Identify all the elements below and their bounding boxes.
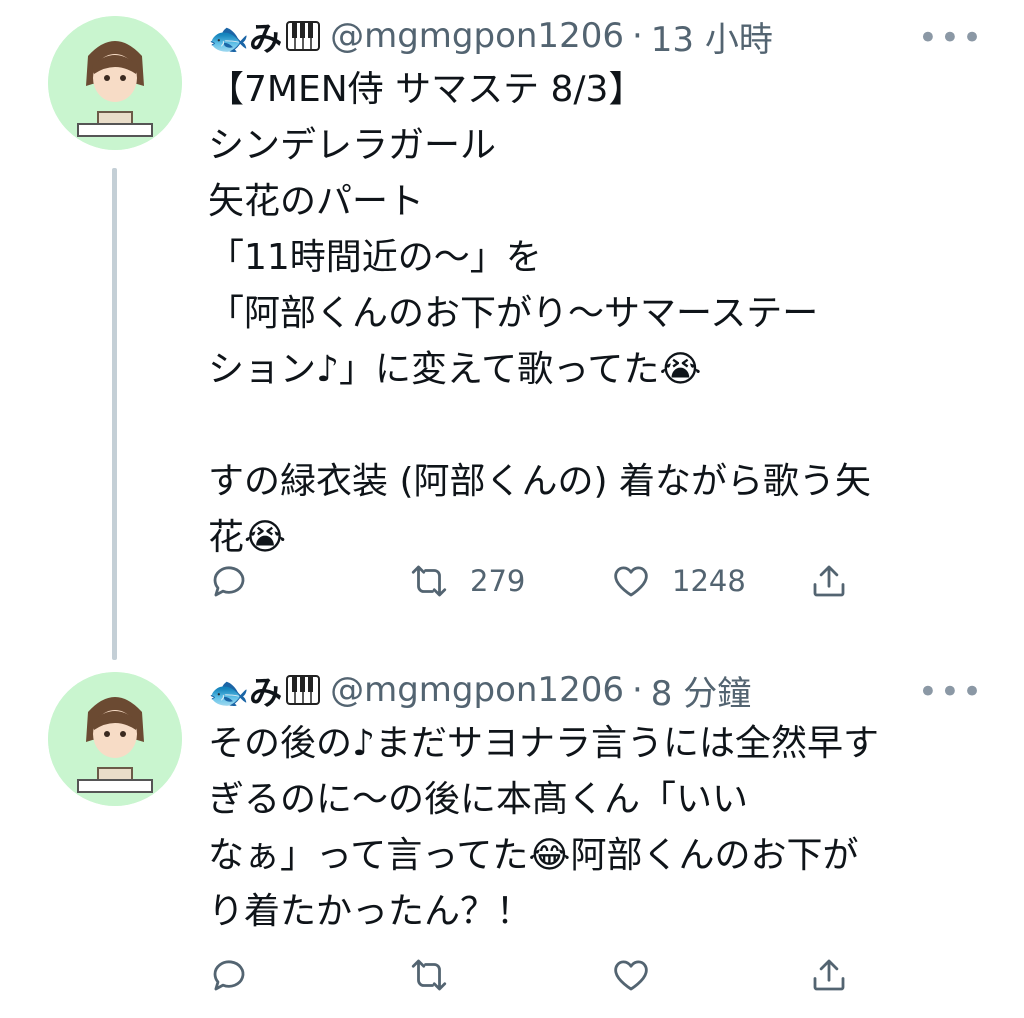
share-icon (813, 959, 845, 991)
separator-dot: · (631, 670, 643, 710)
reply-icon (213, 566, 245, 597)
tweet-header: 🐟み @mgmgpon1206 · 8 分鐘 ••• (208, 666, 984, 715)
tweet-actions: 279 1248 (208, 560, 868, 604)
more-icon[interactable]: ••• (918, 18, 984, 58)
like-icon (614, 960, 648, 991)
avatar[interactable] (48, 16, 182, 150)
display-name-text: 🐟み (208, 19, 283, 58)
handle[interactable]: @mgmgpon1206 (330, 16, 624, 56)
retweet-icon (411, 959, 447, 991)
like-button[interactable]: 1248 (610, 560, 746, 602)
piano-icon (286, 21, 321, 51)
reply-icon (213, 960, 245, 991)
share-button[interactable] (808, 954, 850, 996)
avatar[interactable] (48, 672, 182, 806)
separator-dot: · (631, 16, 643, 56)
piano-icon (286, 675, 321, 705)
retweet-button[interactable]: 279 (408, 560, 525, 602)
retweet-icon (411, 565, 447, 597)
retweet-button[interactable] (408, 954, 470, 996)
handle[interactable]: @mgmgpon1206 (330, 670, 624, 710)
timestamp[interactable]: 13 小時 (651, 12, 773, 61)
reply-button[interactable] (208, 560, 270, 602)
display-name[interactable]: 🐟み (208, 12, 321, 60)
reply-button[interactable] (208, 954, 270, 996)
retweet-count: 279 (470, 564, 526, 598)
tweet-text: その後の♪まだサヨナラ言うには全然早す ぎるのに〜の後に本髙くん「いい なぁ」っ… (208, 723, 879, 932)
tweet-text: 【7MEN侍 サマステ 8/3】 シンデレラガール 矢花のパート 「11時間近の… (208, 69, 871, 558)
avatar-illustration (48, 16, 182, 150)
tweet-actions (208, 954, 868, 998)
tweet-header: 🐟み @mgmgpon1206 · 13 小時 ••• (208, 12, 984, 61)
like-button[interactable] (610, 954, 672, 996)
like-icon (614, 566, 648, 597)
share-button[interactable] (808, 560, 850, 602)
like-count: 1248 (672, 564, 746, 598)
tweet-2[interactable]: 🐟み @mgmgpon1206 · 8 分鐘 ••• その後の♪まだサヨナラ言う… (0, 668, 1024, 1008)
timestamp[interactable]: 8 分鐘 (651, 666, 751, 715)
more-icon[interactable]: ••• (918, 672, 984, 712)
display-name-text: 🐟み (208, 673, 283, 712)
display-name[interactable]: 🐟み (208, 666, 321, 714)
tweet-1[interactable]: 🐟み @mgmgpon1206 · 13 小時 ••• 【7MEN侍 サマステ … (0, 14, 1024, 634)
share-icon (813, 565, 845, 597)
avatar-illustration (48, 672, 182, 806)
